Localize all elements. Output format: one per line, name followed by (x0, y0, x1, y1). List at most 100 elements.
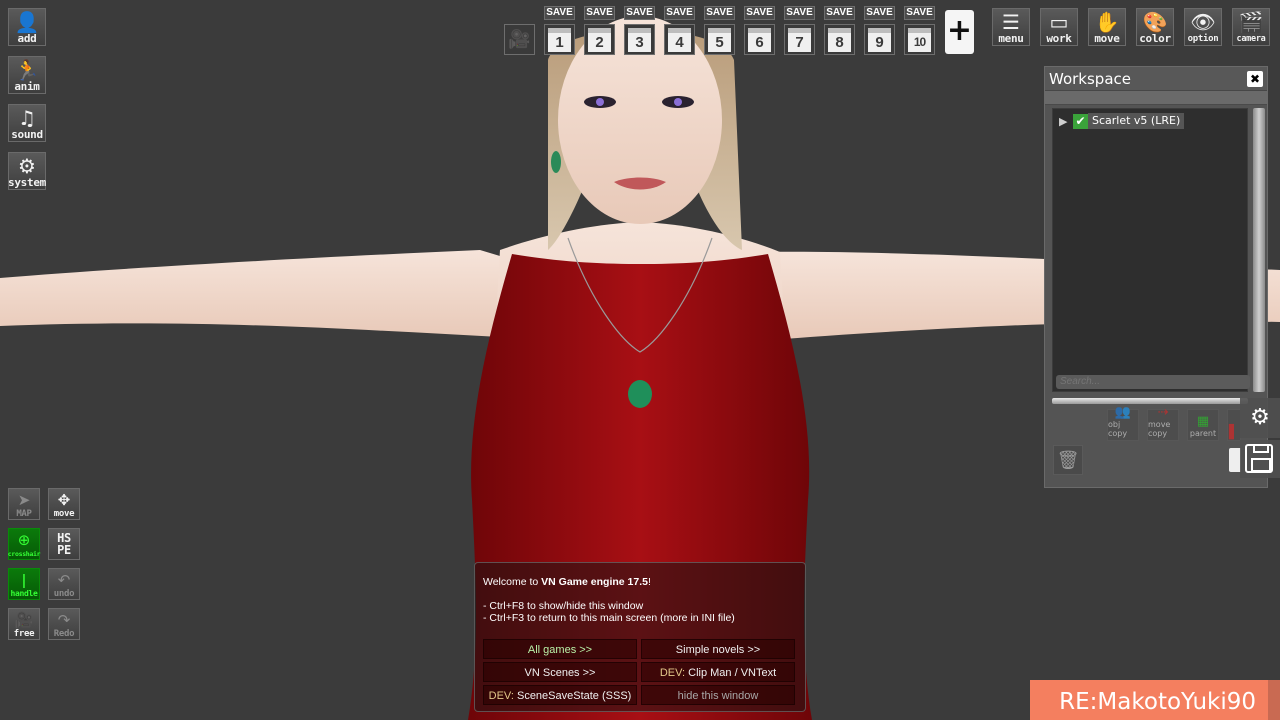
menu-label: menu (998, 32, 1024, 45)
save-slot-4-button[interactable]: SAVE (664, 6, 695, 20)
save-disk-icon[interactable] (1240, 440, 1280, 478)
slot-number: 8 (835, 34, 844, 51)
load-slot-2-button[interactable]: 2 (584, 24, 615, 55)
system-button[interactable]: ⚙ system (8, 152, 46, 190)
save-slot-1-button[interactable]: SAVE (544, 6, 575, 20)
visibility-check-icon[interactable]: ✔ (1073, 113, 1088, 129)
obj-copy-button[interactable]: 👥 obj copy (1107, 406, 1139, 441)
greeting-suffix: ! (647, 576, 651, 588)
vn-engine-screen: 👤 add 🏃 anim ♫ sound ⚙ system 🎥 SAVE 1 SAV… (0, 0, 1280, 720)
workspace-subbar (1045, 91, 1267, 105)
clip-man-label: Clip Man / VNText (685, 667, 777, 679)
workspace-panel: Workspace ✖ ▶ ✔ Scarlet v5 (LRE) 👥 obj c… (1044, 66, 1268, 488)
slot-number: 10 (913, 35, 926, 49)
workspace-search-input[interactable] (1056, 375, 1250, 389)
slot-number: 4 (675, 34, 684, 51)
anim-label: anim (14, 80, 40, 93)
undo-button[interactable]: ↶ undo (48, 568, 80, 600)
welcome-greeting: Welcome to VN Game engine 17.5! (483, 576, 651, 588)
workspace-scrollbar[interactable] (1253, 108, 1265, 392)
add-slot-button[interactable]: + (945, 10, 974, 54)
save-slot-9-button[interactable]: SAVE (864, 6, 895, 20)
free-label: free (13, 629, 35, 639)
handle-button[interactable]: ǀ handle (8, 568, 40, 600)
video-camera-icon: 🎥 (508, 29, 531, 50)
clapperboard-icon: 8 (828, 28, 851, 52)
tree-item[interactable]: ▶ ✔ Scarlet v5 (LRE) (1059, 113, 1185, 129)
handle-label: handle (10, 589, 38, 598)
trash-icon[interactable]: 🗑 (1053, 445, 1083, 475)
clapperboard-icon: 1 (548, 28, 571, 52)
load-slot-5-button[interactable]: 5 (704, 24, 735, 55)
add-button[interactable]: 👤 add (8, 8, 46, 46)
redo-button[interactable]: ↷ Redo (48, 608, 80, 640)
save-slot-8-button[interactable]: SAVE (824, 6, 855, 20)
parent-button[interactable]: ▦ parent (1187, 409, 1219, 441)
clapperboard-icon: 6 (748, 28, 771, 52)
simple-novels-button[interactable]: Simple novels >> (641, 639, 795, 659)
clip-man-button[interactable]: DEV: Clip Man / VNText (641, 662, 795, 682)
hspe-button[interactable]: HS PE (48, 528, 80, 560)
obj-copy-label: obj copy (1108, 420, 1128, 438)
free-camera-button[interactable]: 🎥 free (8, 608, 40, 640)
move-label: move (1094, 32, 1120, 45)
clapperboard-icon: 10 (908, 28, 931, 52)
crosshair-label: crosshair (7, 550, 41, 558)
hand-icon: ✋ (1094, 10, 1120, 34)
load-slot-6-button[interactable]: 6 (744, 24, 775, 55)
option-button[interactable]: 👁 option (1184, 8, 1222, 46)
close-icon[interactable]: ✖ (1247, 71, 1263, 87)
gears-icon: ⚙ (18, 154, 36, 178)
release-button[interactable]: ▌ (1227, 409, 1241, 441)
load-slot-10-button[interactable]: 10 (904, 24, 935, 55)
move-copy-label: move copy (1148, 420, 1171, 438)
anim-button[interactable]: 🏃 anim (8, 56, 46, 94)
slot-number: 2 (595, 34, 604, 51)
save-slot-7-button[interactable]: SAVE (784, 6, 815, 20)
move-copy-button[interactable]: ⇢ move copy (1147, 406, 1179, 441)
camera-button[interactable]: 🎬 camera (1232, 8, 1270, 46)
hspe-label: HS PE (57, 531, 71, 557)
vn-scenes-button[interactable]: VN Scenes >> (483, 662, 637, 682)
map-button[interactable]: ➤ MAP (8, 488, 40, 520)
move-button[interactable]: ✋ move (1088, 8, 1126, 46)
list-icon: ☰ (1002, 10, 1020, 34)
load-slot-8-button[interactable]: 8 (824, 24, 855, 55)
running-person-icon: 🏃 (14, 58, 40, 82)
music-note-icon: ♫ (18, 106, 36, 130)
sound-label: sound (11, 128, 43, 141)
save-slot-5-button[interactable]: SAVE (704, 6, 735, 20)
workspace-title: Workspace (1045, 67, 1267, 91)
save-slot-6-button[interactable]: SAVE (744, 6, 775, 20)
move-tool-button[interactable]: ✥ move (48, 488, 80, 520)
save-slot-2-button[interactable]: SAVE (584, 6, 615, 20)
palette-icon: 🎨 (1142, 10, 1168, 34)
crosshair-button[interactable]: ⊕ crosshair (7, 528, 41, 560)
load-slot-7-button[interactable]: 7 (784, 24, 815, 55)
video-camera-icon: 🎥 (14, 611, 34, 629)
work-button[interactable]: ▭ work (1040, 8, 1078, 46)
load-slot-1-button[interactable]: 1 (544, 24, 575, 55)
load-slot-3-button[interactable]: 3 (624, 24, 655, 55)
save-slot-10-button[interactable]: SAVE (904, 6, 935, 20)
watermark: RE:MakotoYuki90 (1030, 680, 1280, 720)
greeting-prefix: Welcome to (483, 576, 542, 588)
scene-save-state-button[interactable]: DEV: SceneSaveState (SSS) (483, 685, 637, 705)
color-button[interactable]: 🎨 color (1136, 8, 1174, 46)
load-slot-4-button[interactable]: 4 (664, 24, 695, 55)
camera-slot-button[interactable]: 🎥 (504, 24, 535, 55)
expand-arrow-icon[interactable]: ▶ (1059, 115, 1073, 128)
engine-name: VN Game engine 17.5 (541, 576, 648, 588)
dev-prefix: DEV: (488, 690, 514, 702)
window-icon: ▭ (1049, 10, 1069, 34)
load-slot-9-button[interactable]: 9 (864, 24, 895, 55)
sound-button[interactable]: ♫ sound (8, 104, 46, 142)
save-slot-3-button[interactable]: SAVE (624, 6, 655, 20)
hide-window-button[interactable]: hide this window (641, 685, 795, 705)
workspace-horizontal-scrollbar[interactable] (1052, 398, 1248, 404)
settings-gear-icon[interactable]: ⚙ (1240, 398, 1280, 438)
menu-button[interactable]: ☰ menu (992, 8, 1030, 46)
all-games-button[interactable]: All games >> (483, 639, 637, 659)
workspace-tree: ▶ ✔ Scarlet v5 (LRE) (1052, 108, 1248, 392)
hint-toggle-window: - Ctrl+F8 to show/hide this window (483, 600, 644, 612)
